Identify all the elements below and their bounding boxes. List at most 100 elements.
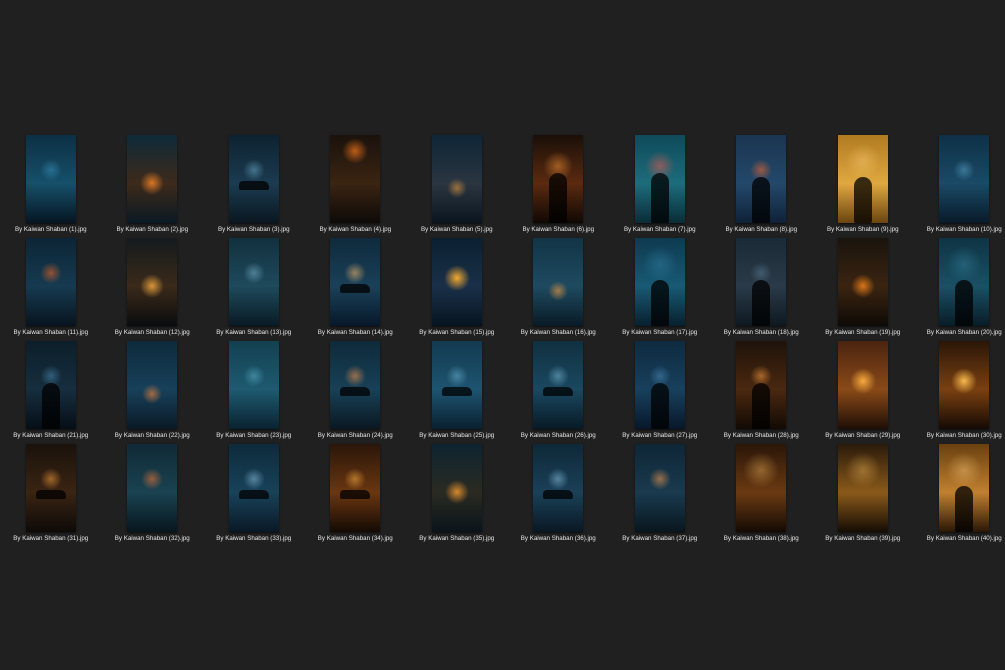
file-thumbnail-item[interactable]: By Kaiwan Shaban (32).jpg	[102, 444, 204, 547]
thumbnail-light-glow	[444, 480, 469, 505]
file-thumbnail-item[interactable]: By Kaiwan Shaban (25).jpg	[406, 341, 508, 444]
image-thumbnail[interactable]	[127, 444, 178, 532]
image-thumbnail[interactable]	[634, 238, 685, 326]
thumbnail-light-glow	[140, 274, 165, 299]
thumbnail-light-glow	[39, 262, 62, 285]
file-thumbnail-item[interactable]: By Kaiwan Shaban (1).jpg	[0, 135, 102, 238]
image-thumbnail[interactable]	[533, 135, 584, 223]
file-thumbnail-item[interactable]: By Kaiwan Shaban (24).jpg	[305, 341, 407, 444]
file-thumbnail-item[interactable]: By Kaiwan Shaban (16).jpg	[508, 238, 610, 341]
file-thumbnail-item[interactable]: By Kaiwan Shaban (27).jpg	[609, 341, 711, 444]
file-thumbnail-item[interactable]: By Kaiwan Shaban (36).jpg	[508, 444, 610, 547]
image-thumbnail[interactable]	[431, 238, 482, 326]
file-thumbnail-item[interactable]: By Kaiwan Shaban (3).jpg	[203, 135, 305, 238]
thumbnail-light-glow	[344, 365, 367, 388]
file-thumbnail-item[interactable]: By Kaiwan Shaban (28).jpg	[711, 341, 813, 444]
image-thumbnail[interactable]	[330, 444, 381, 532]
image-thumbnail[interactable]	[939, 341, 990, 429]
file-thumbnail-item[interactable]: By Kaiwan Shaban (8).jpg	[711, 135, 813, 238]
image-thumbnail[interactable]	[25, 238, 76, 326]
file-thumbnail-item[interactable]: By Kaiwan Shaban (2).jpg	[102, 135, 204, 238]
image-thumbnail[interactable]	[634, 135, 685, 223]
file-thumbnail-item[interactable]: By Kaiwan Shaban (30).jpg	[914, 341, 1005, 444]
file-explorer-view: By Kaiwan Shaban (1).jpg By Kaiwan Shaban…	[0, 0, 1005, 670]
image-thumbnail[interactable]	[228, 444, 279, 532]
file-name-label: By Kaiwan Shaban (15).jpg	[419, 329, 495, 336]
image-thumbnail[interactable]	[736, 238, 787, 326]
file-thumbnail-item[interactable]: By Kaiwan Shaban (15).jpg	[406, 238, 508, 341]
file-thumbnail-item[interactable]: By Kaiwan Shaban (6).jpg	[508, 135, 610, 238]
file-thumbnail-item[interactable]: By Kaiwan Shaban (10).jpg	[914, 135, 1005, 238]
thumbnail-light-glow	[445, 365, 468, 388]
file-thumbnail-item[interactable]: By Kaiwan Shaban (26).jpg	[508, 341, 610, 444]
image-thumbnail[interactable]	[736, 444, 787, 532]
file-thumbnail-item[interactable]: By Kaiwan Shaban (13).jpg	[203, 238, 305, 341]
file-thumbnail-item[interactable]: By Kaiwan Shaban (7).jpg	[609, 135, 711, 238]
file-thumbnail-item[interactable]: By Kaiwan Shaban (35).jpg	[406, 444, 508, 547]
image-thumbnail[interactable]	[837, 444, 888, 532]
file-thumbnail-item[interactable]: By Kaiwan Shaban (5).jpg	[406, 135, 508, 238]
thumbnail-silhouette	[650, 173, 669, 223]
image-thumbnail[interactable]	[330, 238, 381, 326]
image-thumbnail[interactable]	[634, 341, 685, 429]
file-thumbnail-item[interactable]: By Kaiwan Shaban (33).jpg	[203, 444, 305, 547]
image-thumbnail[interactable]	[736, 135, 787, 223]
file-thumbnail-item[interactable]: By Kaiwan Shaban (38).jpg	[711, 444, 813, 547]
file-name-label: By Kaiwan Shaban (27).jpg	[622, 432, 698, 439]
image-thumbnail[interactable]	[330, 341, 381, 429]
file-thumbnail-item[interactable]: By Kaiwan Shaban (18).jpg	[711, 238, 813, 341]
image-thumbnail[interactable]	[25, 135, 76, 223]
image-thumbnail[interactable]	[939, 238, 990, 326]
image-thumbnail[interactable]	[127, 238, 178, 326]
file-name-label: By Kaiwan Shaban (1).jpg	[14, 226, 87, 233]
image-thumbnail[interactable]	[25, 444, 76, 532]
file-thumbnail-item[interactable]: By Kaiwan Shaban (12).jpg	[102, 238, 204, 341]
image-thumbnail[interactable]	[228, 341, 279, 429]
image-thumbnail[interactable]	[228, 135, 279, 223]
image-thumbnail[interactable]	[939, 135, 990, 223]
file-name-label: By Kaiwan Shaban (18).jpg	[723, 329, 799, 336]
file-thumbnail-item[interactable]: By Kaiwan Shaban (9).jpg	[812, 135, 914, 238]
image-thumbnail[interactable]	[533, 341, 584, 429]
file-thumbnail-item[interactable]: By Kaiwan Shaban (4).jpg	[305, 135, 407, 238]
image-thumbnail[interactable]	[431, 135, 482, 223]
thumbnail-silhouette	[41, 383, 60, 429]
file-thumbnail-item[interactable]: By Kaiwan Shaban (14).jpg	[305, 238, 407, 341]
image-thumbnail[interactable]	[736, 341, 787, 429]
file-thumbnail-item[interactable]: By Kaiwan Shaban (22).jpg	[102, 341, 204, 444]
file-thumbnail-item[interactable]: By Kaiwan Shaban (40).jpg	[914, 444, 1005, 547]
file-thumbnail-item[interactable]: By Kaiwan Shaban (19).jpg	[812, 238, 914, 341]
file-name-label: By Kaiwan Shaban (35).jpg	[419, 535, 495, 542]
file-thumbnail-item[interactable]: By Kaiwan Shaban (37).jpg	[609, 444, 711, 547]
image-thumbnail[interactable]	[837, 238, 888, 326]
image-thumbnail[interactable]	[127, 135, 178, 223]
image-thumbnail[interactable]	[533, 444, 584, 532]
thumbnail-light-glow	[844, 143, 881, 180]
image-thumbnail[interactable]	[431, 444, 482, 532]
file-thumbnail-item[interactable]: By Kaiwan Shaban (29).jpg	[812, 341, 914, 444]
file-name-label: By Kaiwan Shaban (4).jpg	[319, 226, 392, 233]
file-thumbnail-item[interactable]: By Kaiwan Shaban (20).jpg	[914, 238, 1005, 341]
file-name-label: By Kaiwan Shaban (21).jpg	[13, 432, 89, 439]
image-thumbnail[interactable]	[837, 341, 888, 429]
file-thumbnail-item[interactable]: By Kaiwan Shaban (11).jpg	[0, 238, 102, 341]
file-thumbnail-item[interactable]: By Kaiwan Shaban (31).jpg	[0, 444, 102, 547]
image-thumbnail[interactable]	[533, 238, 584, 326]
thumbnail-light-glow	[344, 468, 367, 491]
image-thumbnail[interactable]	[939, 444, 990, 532]
file-thumbnail-item[interactable]: By Kaiwan Shaban (17).jpg	[609, 238, 711, 341]
image-thumbnail[interactable]	[837, 135, 888, 223]
file-thumbnail-item[interactable]: By Kaiwan Shaban (23).jpg	[203, 341, 305, 444]
image-thumbnail[interactable]	[634, 444, 685, 532]
file-thumbnail-item[interactable]: By Kaiwan Shaban (39).jpg	[812, 444, 914, 547]
file-thumbnail-item[interactable]: By Kaiwan Shaban (21).jpg	[0, 341, 102, 444]
thumbnail-silhouette	[955, 486, 974, 532]
thumbnail-silhouette	[752, 383, 771, 429]
image-thumbnail[interactable]	[25, 341, 76, 429]
image-thumbnail[interactable]	[330, 135, 381, 223]
image-thumbnail[interactable]	[431, 341, 482, 429]
image-thumbnail[interactable]	[228, 238, 279, 326]
thumbnail-light-glow	[39, 159, 62, 182]
image-thumbnail[interactable]	[127, 341, 178, 429]
file-thumbnail-item[interactable]: By Kaiwan Shaban (34).jpg	[305, 444, 407, 547]
